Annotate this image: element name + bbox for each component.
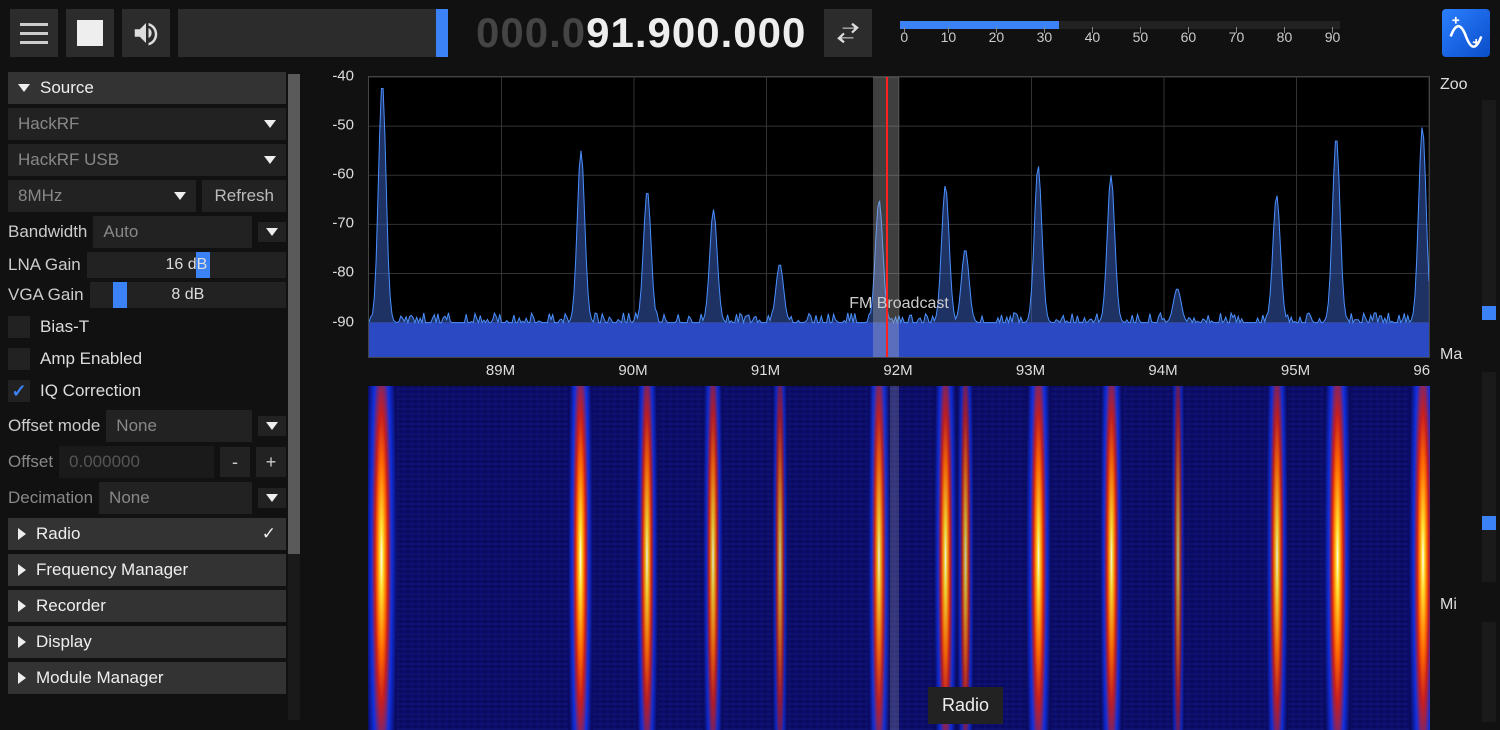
mute-button[interactable] [122,9,170,57]
vga-label: VGA Gain [8,285,84,305]
samplerate-select[interactable]: 8MHz [8,180,196,212]
sidebar: Source HackRF HackRF USB 8MHz Ref [0,66,300,730]
zoom-slider-knob[interactable] [1482,306,1496,320]
iq-label: IQ Correction [40,381,141,401]
section-freqman-header[interactable]: Frequency Manager [8,554,286,586]
topbar: 000.091.900.000 0 10 20 30 40 50 60 70 80 90 [0,0,1500,66]
device-select[interactable]: HackRF [8,108,286,140]
stop-button[interactable] [66,9,114,57]
zoom-label: Zoo [1430,76,1500,94]
logo-icon [1449,16,1483,50]
offset-increment[interactable]: + [256,447,286,477]
waterfall-scale[interactable]: 0 10 20 30 40 50 60 70 80 90 [900,9,1340,57]
snap-button[interactable] [824,9,872,57]
menu-button[interactable] [10,9,58,57]
fft-x-axis: 89M90M91M92M93M94M95M96M [368,362,1430,386]
decimation-dropdown[interactable] [258,488,286,508]
max-slider-knob[interactable] [1482,516,1496,530]
connection-select[interactable]: HackRF USB [8,144,286,176]
zoom-slider[interactable] [1482,100,1496,320]
min-slider[interactable] [1482,622,1496,722]
chevron-right-icon [18,528,26,540]
amp-label: Amp Enabled [40,349,142,369]
lna-label: LNA Gain [8,255,81,275]
fft-plot[interactable]: -40-50-60-70-80-90 FM Broadcast 89M90M91… [310,76,1430,386]
chevron-right-icon [18,636,26,648]
section-source-header[interactable]: Source [8,72,286,104]
decimation-select[interactable]: None [99,482,252,514]
min-label: Mi [1430,596,1457,614]
scale-tick: 50 [1133,29,1149,45]
offset-mode-label: Offset mode [8,416,100,436]
chevron-down-icon [264,120,276,128]
vfo-center-line [886,77,888,357]
section-recorder-header[interactable]: Recorder [8,590,286,622]
amp-enabled-checkbox[interactable] [8,348,30,370]
section-title: Display [36,632,92,652]
iq-correction-checkbox[interactable] [8,380,30,402]
speaker-icon [131,18,161,48]
volume-slider[interactable] [178,9,448,57]
bias-t-checkbox[interactable] [8,316,30,338]
swap-icon [835,20,861,46]
vfo-label: Radio [928,687,1003,724]
section-title: Recorder [36,596,106,616]
chevron-right-icon [18,600,26,612]
scale-tick: 90 [1325,29,1341,45]
scale-tick: 70 [1229,29,1245,45]
max-slider[interactable] [1482,372,1496,582]
band-label: FM Broadcast [849,295,949,313]
vga-gain-slider[interactable]: 8 dB [90,282,286,308]
scale-tick: 20 [989,29,1005,45]
bandwidth-dropdown[interactable] [258,222,286,242]
chevron-down-icon [174,192,186,200]
decimation-label: Decimation [8,488,93,508]
scale-tick: 80 [1277,29,1293,45]
section-title: Frequency Manager [36,560,188,580]
chevron-down-icon [264,156,276,164]
stop-icon [77,20,103,46]
section-title: Module Manager [36,668,164,688]
right-panel: Zoo Ma Mi [1430,66,1500,730]
offset-label: Offset [8,452,53,472]
scale-tick: 10 [941,29,957,45]
section-title: Radio [36,524,80,544]
bandwidth-select[interactable]: Auto [93,216,252,248]
chevron-down-icon [266,422,278,430]
sdrpp-logo-button[interactable] [1442,9,1490,57]
chevron-down-icon [266,228,278,236]
max-label: Ma [1430,346,1462,364]
section-display-header[interactable]: Display [8,626,286,658]
offset-input[interactable]: 0.000000 [59,446,214,478]
chevron-right-icon [18,564,26,576]
chevron-down-icon [18,84,30,92]
section-modman-header[interactable]: Module Manager [8,662,286,694]
check-icon: ✓ [262,524,276,544]
scale-tick: 30 [1037,29,1053,45]
bias-t-label: Bias-T [40,317,89,337]
frequency-display[interactable]: 000.091.900.000 [476,9,806,57]
chevron-right-icon [18,672,26,684]
refresh-button[interactable]: Refresh [202,180,286,212]
waterfall-display[interactable]: Radio [368,386,1430,730]
sidebar-scrollbar-thumb[interactable] [288,74,300,554]
lna-gain-slider[interactable]: 16 dB [87,252,286,278]
chevron-down-icon [266,494,278,502]
scale-tick: 40 [1085,29,1101,45]
fft-y-axis: -40-50-60-70-80-90 [310,76,360,366]
bandwidth-label: Bandwidth [8,222,87,242]
offset-mode-dropdown[interactable] [258,416,286,436]
offset-mode-select[interactable]: None [106,410,252,442]
scale-tick: 0 [900,29,908,45]
offset-decrement[interactable]: - [220,447,250,477]
scale-tick: 60 [1181,29,1197,45]
visualization-area: -40-50-60-70-80-90 FM Broadcast 89M90M91… [300,66,1430,730]
section-radio-header[interactable]: Radio ✓ [8,518,286,550]
main: Source HackRF HackRF USB 8MHz Ref [0,66,1500,730]
section-title: Source [40,78,94,98]
